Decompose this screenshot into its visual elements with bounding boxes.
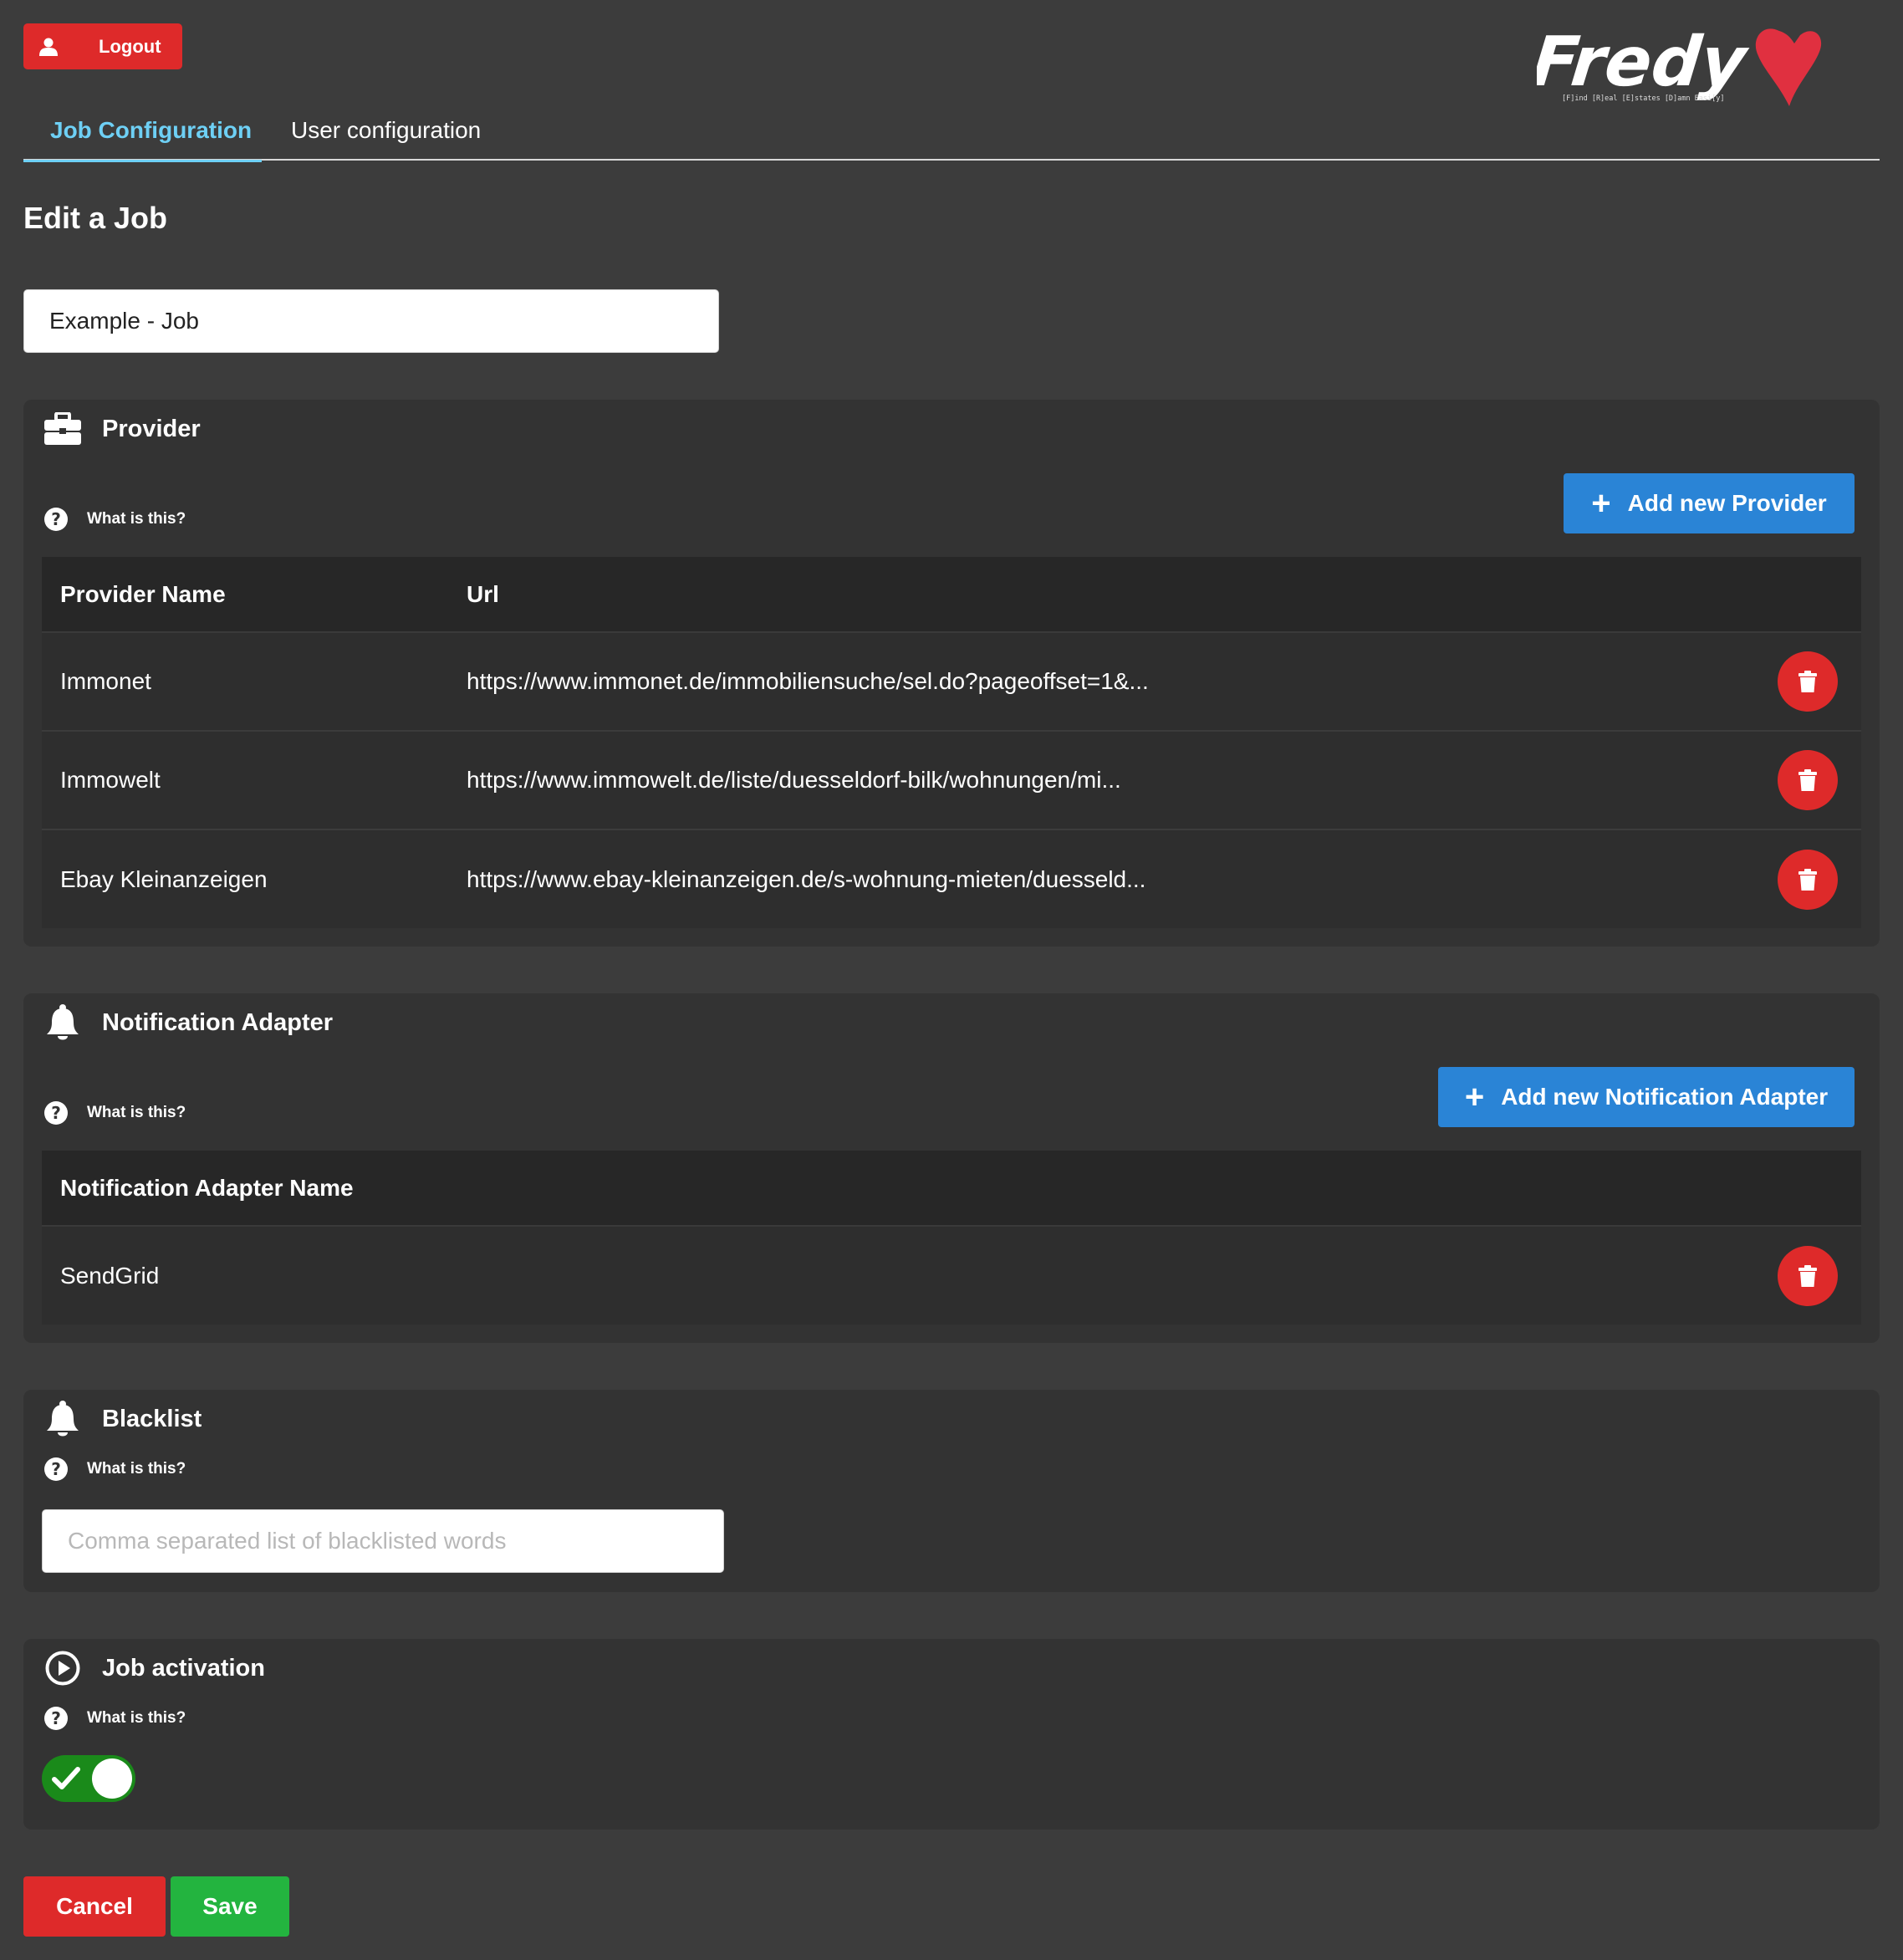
delete-provider-button[interactable] — [1778, 651, 1838, 712]
page-title: Edit a Job — [23, 201, 168, 235]
delete-provider-button[interactable] — [1778, 750, 1838, 810]
delete-provider-button[interactable] — [1778, 849, 1838, 910]
question-circle-icon: ? — [44, 1101, 68, 1125]
plus-icon: + — [1591, 485, 1611, 522]
trash-icon — [1798, 671, 1817, 692]
tab-job-configuration[interactable]: Job Configuration — [23, 100, 262, 162]
provider-url-cell: https://www.ebay-kleinanzeigen.de/s-wohn… — [448, 829, 1744, 928]
plus-icon: + — [1464, 1079, 1485, 1115]
user-icon — [23, 23, 74, 69]
trash-icon — [1798, 769, 1817, 791]
question-circle-icon: ? — [44, 1707, 68, 1730]
add-provider-button[interactable]: + Add new Provider — [1564, 473, 1855, 533]
provider-title: Provider — [102, 415, 201, 442]
svg-text:?: ? — [51, 509, 61, 529]
bell-icon — [43, 1400, 82, 1438]
add-notification-label: Add new Notification Adapter — [1501, 1084, 1829, 1110]
tab-bar: Job Configuration User configuration — [23, 100, 1880, 162]
check-icon — [52, 1767, 80, 1789]
notification-help[interactable]: ? What is this? — [43, 1100, 186, 1125]
briefcase-icon — [43, 410, 82, 448]
trash-icon — [1798, 868, 1817, 891]
provider-name-cell: Immonet — [42, 632, 448, 732]
save-button[interactable]: Save — [171, 1876, 289, 1937]
job-activation-toggle[interactable] — [42, 1755, 135, 1802]
activation-section: Job activation ? What is this? — [23, 1639, 1880, 1830]
blacklist-help[interactable]: ? What is this? — [43, 1457, 186, 1482]
provider-name-cell: Immowelt — [42, 731, 448, 830]
provider-url-cell: https://www.immonet.de/immobiliensuche/s… — [448, 632, 1744, 732]
svg-text:?: ? — [51, 1459, 61, 1479]
add-notification-adapter-button[interactable]: + Add new Notification Adapter — [1438, 1067, 1855, 1127]
page-root: Logout Fredy [F]ind [R]eal [E]states [D]… — [0, 0, 1903, 1960]
column-header-actions — [1744, 1151, 1861, 1227]
provider-help[interactable]: ? What is this? — [43, 507, 186, 532]
provider-table: Provider Name Url Immonet https://www.im… — [42, 557, 1861, 928]
help-label: What is this? — [87, 1709, 186, 1727]
column-header-actions — [1744, 557, 1861, 633]
adapter-name-cell: SendGrid — [42, 1226, 1744, 1325]
notification-header: Notification Adapter — [43, 1003, 333, 1042]
notification-section: Notification Adapter ? What is this? + A… — [23, 993, 1880, 1343]
table-row: SendGrid — [42, 1226, 1861, 1325]
provider-name-cell: Ebay Kleinanzeigen — [42, 829, 448, 928]
provider-url-cell: https://www.immowelt.de/liste/duesseldor… — [448, 731, 1744, 830]
logout-label: Logout — [99, 35, 161, 57]
table-row: Immonet https://www.immonet.de/immobilie… — [42, 632, 1861, 732]
svg-text:?: ? — [51, 1708, 61, 1728]
add-provider-label: Add new Provider — [1627, 490, 1827, 516]
help-label: What is this? — [87, 510, 186, 528]
cancel-button[interactable]: Cancel — [23, 1876, 166, 1937]
table-row: Immowelt https://www.immowelt.de/liste/d… — [42, 731, 1861, 830]
logout-button[interactable]: Logout — [23, 23, 182, 69]
play-circle-icon — [43, 1649, 82, 1687]
notification-table: Notification Adapter Name SendGrid — [42, 1151, 1861, 1325]
question-circle-icon: ? — [44, 508, 68, 531]
provider-section: Provider ? What is this? + Add new Provi… — [23, 400, 1880, 947]
provider-header: Provider — [43, 410, 201, 448]
blacklist-input[interactable] — [42, 1509, 724, 1573]
table-row: Ebay Kleinanzeigen https://www.ebay-klei… — [42, 829, 1861, 928]
blacklist-header: Blacklist — [43, 1400, 202, 1438]
activation-header: Job activation — [43, 1649, 265, 1687]
help-label: What is this? — [87, 1460, 186, 1478]
logo-text: Fredy — [1537, 23, 1752, 102]
help-label: What is this? — [87, 1104, 186, 1121]
bell-icon — [43, 1003, 82, 1042]
question-circle-icon: ? — [44, 1457, 68, 1481]
column-header-provider-name: Provider Name — [42, 557, 448, 633]
activation-help[interactable]: ? What is this? — [43, 1706, 186, 1731]
column-header-url: Url — [448, 557, 1744, 633]
notification-title: Notification Adapter — [102, 1008, 334, 1036]
tab-user-configuration[interactable]: User configuration — [291, 100, 481, 161]
svg-text:?: ? — [51, 1103, 61, 1123]
column-header-adapter-name: Notification Adapter Name — [42, 1151, 1744, 1227]
blacklist-section: Blacklist ? What is this? — [23, 1390, 1880, 1592]
blacklist-title: Blacklist — [102, 1405, 202, 1432]
delete-adapter-button[interactable] — [1778, 1245, 1838, 1306]
toggle-knob — [92, 1758, 132, 1799]
activation-title: Job activation — [102, 1654, 265, 1682]
trash-icon — [1798, 1264, 1817, 1287]
job-name-input[interactable]: Example - Job — [23, 289, 719, 353]
